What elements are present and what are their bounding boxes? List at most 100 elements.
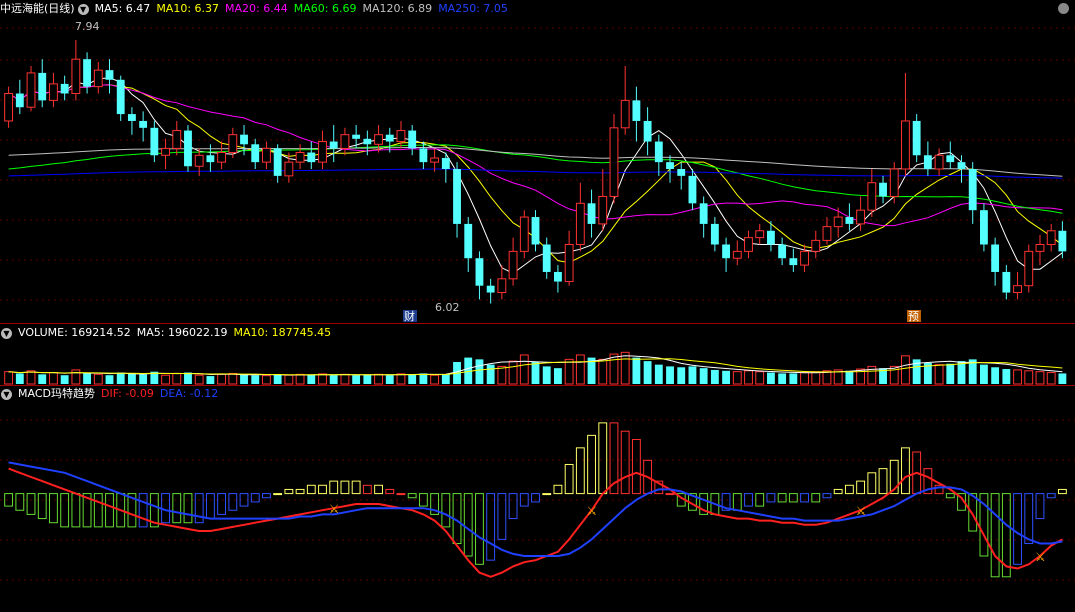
candle (4, 86, 14, 128)
macd-bar (1057, 488, 1067, 495)
candle (262, 141, 271, 169)
candle-body (666, 162, 674, 169)
stock-chart[interactable]: ⚔ ⚔ ⚔ ⚔ 7.94 6.02 财 预 (0, 0, 1075, 612)
candle-body (329, 141, 338, 149)
candle-body (609, 127, 619, 197)
macd-bar (295, 488, 305, 495)
volume-bar (654, 364, 663, 384)
volume-bar (363, 374, 372, 384)
candle (150, 120, 159, 163)
candle (127, 107, 136, 135)
candle (564, 230, 574, 286)
candle (340, 127, 350, 156)
macd-bar (1024, 493, 1034, 545)
volume-bar (722, 370, 731, 384)
candle-body (340, 134, 350, 149)
macd-bar (340, 480, 350, 495)
macd-bar (553, 484, 563, 495)
candle-body (127, 114, 136, 121)
volume-bar (284, 374, 294, 385)
candle-body (60, 83, 69, 94)
volume-bar (340, 373, 350, 385)
candle-body (262, 147, 271, 163)
volume-bar (1046, 372, 1056, 385)
candle (385, 127, 394, 153)
macd-bar (105, 493, 114, 528)
volume-bars (4, 351, 1067, 385)
macd-bar (37, 493, 47, 520)
volume-bar (531, 362, 540, 384)
volume-bar (979, 364, 988, 384)
volume-bar (755, 371, 765, 385)
candle (912, 114, 921, 163)
volume-bar (127, 373, 136, 384)
candle (453, 162, 461, 238)
volume-bar (1013, 369, 1022, 385)
candle (1013, 271, 1022, 300)
macd-bar (172, 493, 182, 524)
candle-body (587, 203, 596, 224)
volume-bar (240, 374, 248, 384)
candle (845, 203, 854, 231)
volume-bar (789, 373, 798, 384)
candle (654, 134, 663, 176)
volume-bar (732, 371, 742, 385)
volume-bar (845, 370, 854, 384)
candle-body (71, 58, 81, 94)
candle-body (789, 258, 798, 266)
candle-body (879, 182, 887, 197)
macd-bar (990, 493, 1000, 578)
candle-body (923, 155, 932, 169)
candle-body (273, 148, 282, 176)
volume-bar (273, 374, 282, 384)
candle-body (26, 72, 36, 108)
cross-signal-icon: ⚔ (587, 504, 598, 518)
candle-body (688, 175, 697, 204)
macd-bar (732, 493, 742, 511)
high-price-label: 7.94 (75, 20, 100, 33)
candle-body (542, 244, 551, 272)
candle (609, 114, 619, 204)
candle (722, 237, 731, 272)
candle-body (352, 134, 361, 139)
candle-body (251, 144, 260, 163)
candle (991, 237, 1000, 286)
macd-bar (1013, 493, 1022, 565)
candle (251, 138, 260, 169)
volume-bar (710, 369, 719, 384)
volume-bar (598, 358, 608, 385)
macd-bar (441, 493, 451, 528)
volume-bar (508, 360, 518, 385)
candle (789, 248, 798, 272)
macd-bar (788, 493, 798, 503)
candle (93, 61, 103, 94)
macd-bar (631, 439, 641, 495)
candle (71, 39, 81, 101)
volume-bar (620, 351, 630, 385)
candle (1058, 221, 1067, 259)
candle (744, 230, 753, 259)
volume-bar (800, 372, 809, 385)
volume-bar (486, 364, 495, 384)
volume-bar (609, 353, 619, 385)
macd-bar (1035, 493, 1045, 520)
candle-body (307, 152, 316, 163)
macd-bar (396, 493, 406, 496)
candle (352, 125, 361, 149)
macd-bar (598, 422, 608, 495)
candle-body (295, 152, 305, 163)
candle-body (464, 223, 473, 259)
candle (755, 223, 765, 245)
candle (643, 107, 652, 156)
macd-bar (318, 484, 327, 495)
macd-bar (901, 447, 910, 495)
macd-bar (463, 493, 473, 557)
marker-yu: 预 (908, 310, 919, 323)
volume-bar (295, 373, 305, 385)
candle (116, 75, 125, 121)
macd-bar (777, 493, 787, 503)
macd-bar (564, 463, 574, 495)
candle-body (363, 138, 372, 145)
volume-bar (699, 368, 708, 384)
macd-bar (194, 493, 204, 524)
